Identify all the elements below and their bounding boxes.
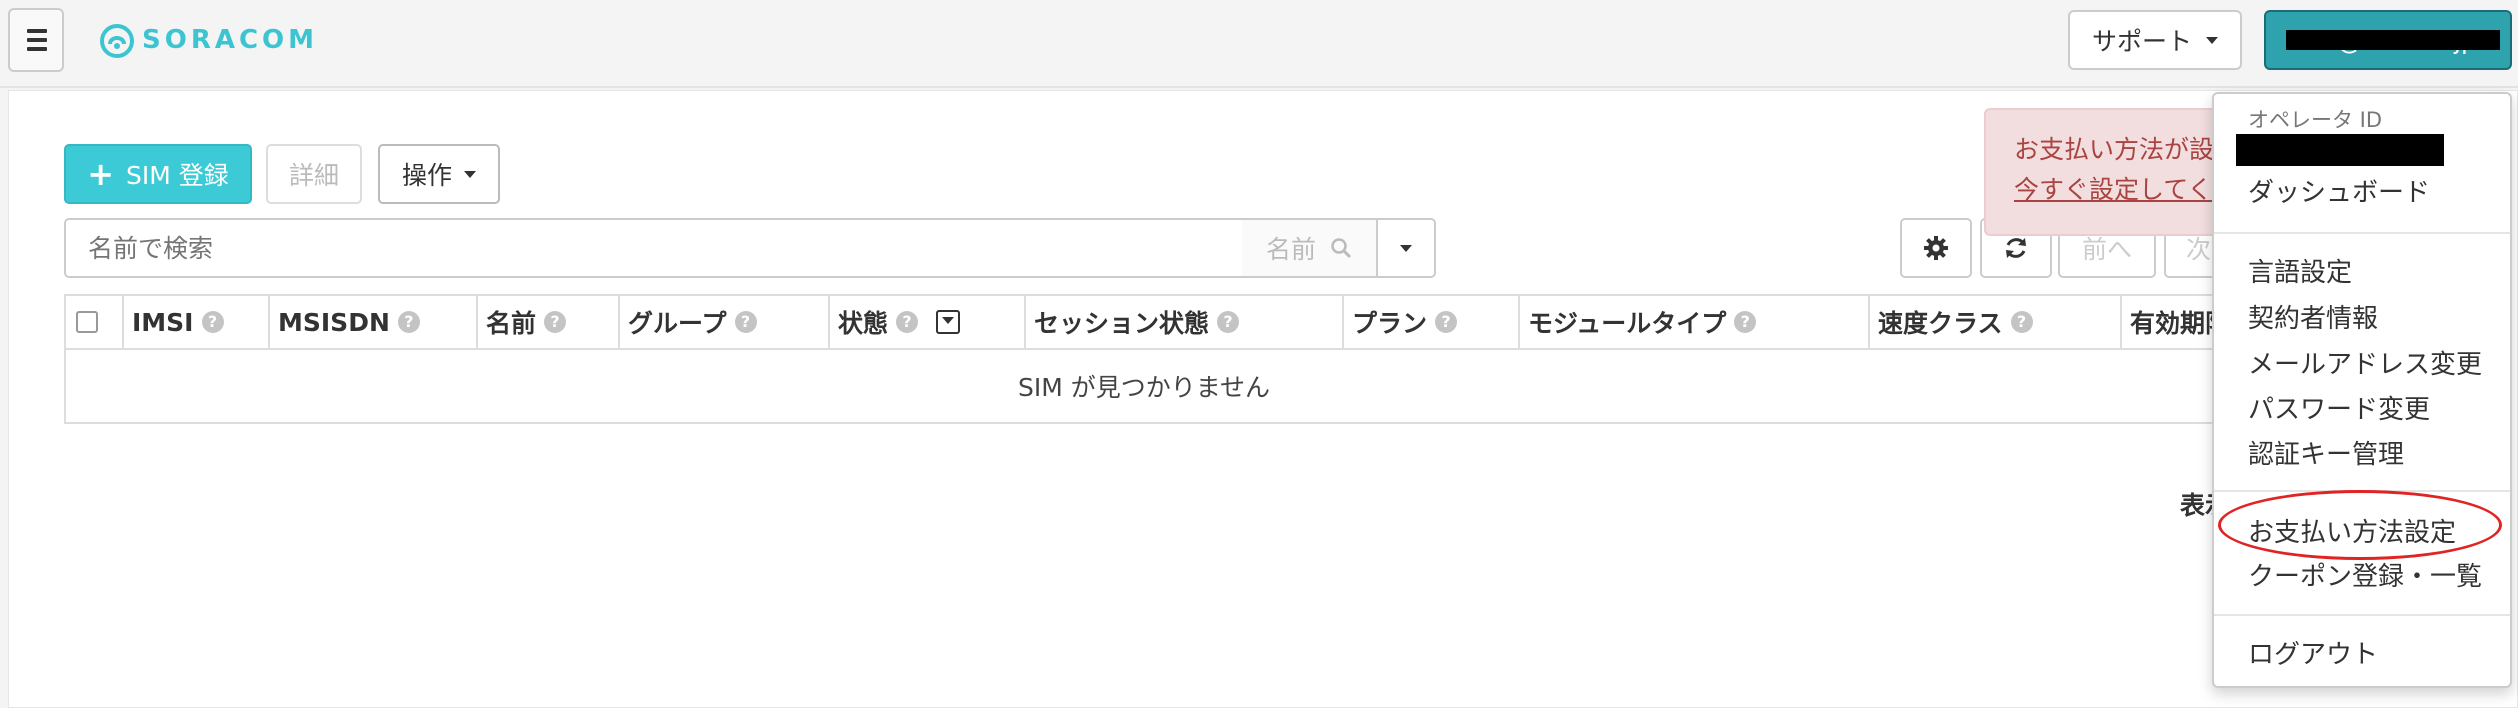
details-button[interactable]: 詳細 <box>266 144 362 204</box>
select-all-checkbox[interactable] <box>76 311 98 333</box>
column-header-name[interactable]: 名前 ? <box>478 296 620 348</box>
column-header-expiry[interactable]: 有効期限 <box>2122 296 2230 348</box>
select-all-cell <box>66 296 124 348</box>
user-account-button[interactable]: info@000.co.jp <box>2264 10 2512 70</box>
column-label: モジュールタイプ <box>1528 309 1727 338</box>
column-header-group[interactable]: グループ ? <box>620 296 830 348</box>
column-header-imsi[interactable]: IMSI ? <box>124 296 270 348</box>
gear-icon <box>1924 236 1948 260</box>
column-label: セッション状態 <box>1034 309 1210 338</box>
column-label: 名前 <box>486 309 537 338</box>
column-label: プラン <box>1352 309 1428 338</box>
column-header-status[interactable]: 状態 ? <box>830 296 1026 348</box>
caret-down-icon <box>2206 36 2218 44</box>
empty-message: SIM が見つかりません <box>1017 373 1270 402</box>
help-icon[interactable]: ? <box>896 311 919 333</box>
sim-table: IMSI ? MSISDN ? 名前 ? グループ ? 状態 ? セッション状態… <box>64 294 2230 424</box>
redaction-bar <box>2286 30 2500 50</box>
support-dropdown-button[interactable]: サポート <box>2068 10 2242 70</box>
search-icon <box>1331 238 1352 259</box>
menu-divider <box>2214 232 2510 234</box>
status-filter-icon[interactable] <box>936 310 961 334</box>
column-label: 状態 <box>838 309 889 338</box>
column-label: MSISDN <box>278 307 390 337</box>
help-icon[interactable]: ? <box>1217 311 1240 333</box>
alert-text: お支払い方法が設 <box>2014 135 2215 164</box>
refresh-icon <box>2006 238 2026 258</box>
soracom-logo-icon <box>100 24 134 58</box>
menu-item-coupons[interactable]: クーポン登録・一覧 <box>2248 556 2482 593</box>
sim-register-button[interactable]: + SIM 登録 <box>64 144 252 204</box>
operations-dropdown-button[interactable]: 操作 <box>378 144 500 204</box>
help-icon[interactable]: ? <box>1734 311 1757 333</box>
plus-icon: + <box>87 155 115 193</box>
help-icon[interactable]: ? <box>397 311 420 333</box>
help-icon[interactable]: ? <box>734 311 757 333</box>
menu-item-language[interactable]: 言語設定 <box>2248 252 2352 289</box>
column-label: グループ <box>628 309 727 338</box>
table-header: IMSI ? MSISDN ? 名前 ? グループ ? 状態 ? セッション状態… <box>66 296 2230 350</box>
sim-register-label: SIM 登録 <box>126 161 229 190</box>
operations-label: 操作 <box>401 161 452 190</box>
search-field-label: 名前 <box>1265 235 1316 264</box>
support-label: サポート <box>2091 27 2192 56</box>
search-input[interactable] <box>64 218 1244 278</box>
settings-button[interactable] <box>1900 218 1972 278</box>
operator-id-label: オペレータ ID <box>2248 108 2383 132</box>
column-label: IMSI <box>132 307 194 337</box>
menu-item-logout[interactable]: ログアウト <box>2248 634 2378 671</box>
column-label: 速度クラス <box>1878 309 2003 338</box>
caret-down-icon <box>464 170 476 178</box>
menu-divider <box>2214 614 2510 616</box>
help-icon[interactable]: ? <box>201 311 224 333</box>
logo-text: SORACOM <box>142 25 319 55</box>
help-icon[interactable]: ? <box>1435 311 1458 333</box>
caret-down-icon <box>1400 244 1412 252</box>
hamburger-menu-button[interactable] <box>8 8 64 72</box>
column-header-session-status[interactable]: セッション状態 ? <box>1026 296 1344 348</box>
alert-settings-link[interactable]: 今すぐ設定してく <box>2014 175 2213 204</box>
column-header-speed-class[interactable]: 速度クラス ? <box>1870 296 2122 348</box>
payment-alert: お支払い方法が設 今すぐ設定してく <box>1984 108 2224 236</box>
column-header-plan[interactable]: プラン ? <box>1344 296 1520 348</box>
menu-item-auth-keys[interactable]: 認証キー管理 <box>2248 434 2404 471</box>
menu-item-contractor-info[interactable]: 契約者情報 <box>2248 298 2378 335</box>
menu-item-email-change[interactable]: メールアドレス変更 <box>2248 344 2482 381</box>
column-header-module-type[interactable]: モジュールタイプ ? <box>1520 296 1870 348</box>
menu-item-password-change[interactable]: パスワード変更 <box>2248 389 2430 426</box>
search-options-dropdown[interactable] <box>1376 218 1436 278</box>
help-icon[interactable]: ? <box>2010 311 2033 333</box>
column-header-msisdn[interactable]: MSISDN ? <box>270 296 478 348</box>
menu-item-dashboard[interactable]: ダッシュボード <box>2248 172 2430 209</box>
operator-id-redacted <box>2236 134 2444 166</box>
help-icon[interactable]: ? <box>544 311 567 333</box>
highlight-annotation-circle <box>2218 490 2502 560</box>
search-field-selector[interactable]: 名前 <box>1242 218 1378 278</box>
